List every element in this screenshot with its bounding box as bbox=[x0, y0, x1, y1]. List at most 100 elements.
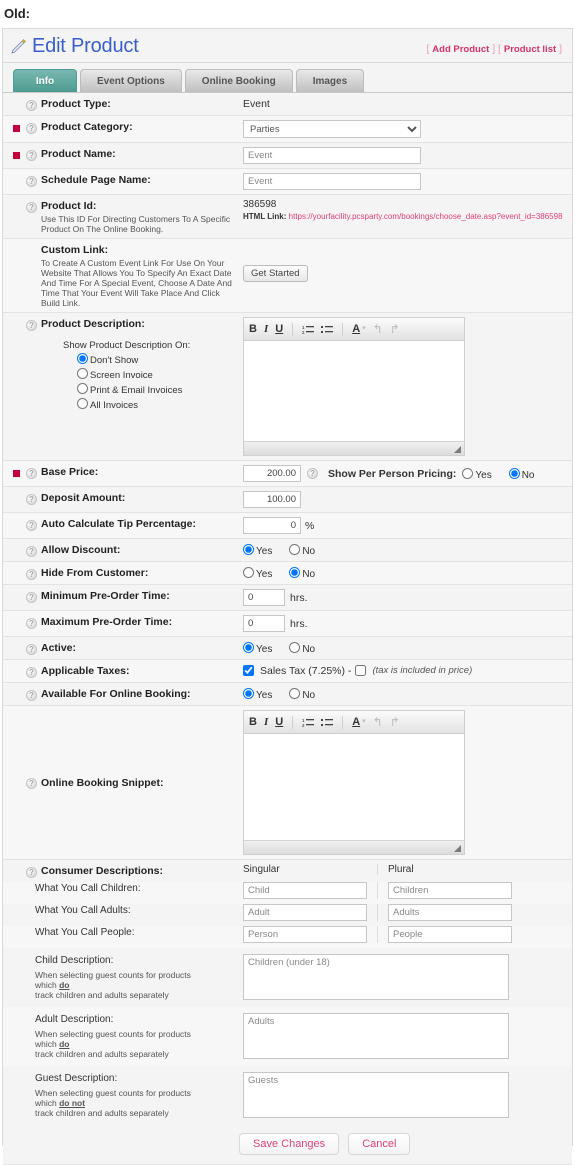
product-list-link[interactable]: Product list bbox=[504, 44, 556, 55]
active-yes-input[interactable] bbox=[243, 642, 254, 653]
tip-percentage-input[interactable] bbox=[243, 517, 301, 534]
radio-all-invoices[interactable]: All Invoices bbox=[77, 398, 190, 412]
help-icon[interactable] bbox=[307, 468, 318, 479]
radio-print-email-invoices-input[interactable] bbox=[77, 383, 88, 394]
help-icon[interactable] bbox=[26, 546, 37, 557]
help-icon[interactable] bbox=[26, 320, 37, 331]
allow-discount-no[interactable]: No bbox=[289, 544, 322, 557]
deposit-amount-input[interactable] bbox=[243, 491, 301, 508]
tab-event-options[interactable]: Event Options bbox=[80, 69, 182, 92]
radio-screen-invoice[interactable]: Screen Invoice bbox=[77, 368, 190, 382]
help-icon[interactable] bbox=[26, 667, 37, 678]
radio-dont-show-input[interactable] bbox=[77, 353, 88, 364]
bullet-list-icon[interactable] bbox=[321, 324, 334, 335]
help-icon[interactable] bbox=[26, 569, 37, 580]
help-icon[interactable] bbox=[26, 176, 37, 187]
bold-icon[interactable]: B bbox=[249, 323, 257, 335]
cancel-button[interactable]: Cancel bbox=[348, 1133, 411, 1155]
allow-discount-no-input[interactable] bbox=[289, 544, 301, 555]
tab-info[interactable]: Info bbox=[13, 69, 77, 92]
help-icon[interactable] bbox=[26, 123, 37, 134]
font-color-icon[interactable]: A bbox=[352, 716, 360, 728]
active-no-input[interactable] bbox=[289, 642, 301, 653]
base-price-input[interactable] bbox=[243, 465, 301, 482]
adults-plural-input[interactable] bbox=[388, 904, 512, 921]
allow-discount-yes-input[interactable] bbox=[243, 544, 254, 555]
save-changes-button[interactable]: Save Changes bbox=[239, 1133, 340, 1155]
min-preorder-input[interactable] bbox=[243, 589, 285, 606]
max-preorder-input[interactable] bbox=[243, 615, 285, 632]
help-icon[interactable] bbox=[26, 100, 37, 111]
active-no[interactable]: No bbox=[289, 642, 322, 655]
help-icon[interactable] bbox=[26, 592, 37, 603]
get-started-button[interactable]: Get Started bbox=[243, 265, 308, 282]
allow-discount-yes[interactable]: Yes bbox=[243, 544, 279, 557]
help-icon[interactable] bbox=[26, 777, 37, 789]
help-icon[interactable] bbox=[26, 520, 37, 531]
available-online-no[interactable]: No bbox=[289, 688, 322, 701]
tab-online-booking[interactable]: Online Booking bbox=[184, 69, 293, 92]
help-icon[interactable] bbox=[26, 618, 37, 629]
radio-print-email-invoices[interactable]: Print & Email Invoices bbox=[77, 383, 190, 397]
available-online-no-input[interactable] bbox=[289, 688, 301, 699]
undo-icon[interactable]: ↰ bbox=[373, 716, 383, 728]
children-plural-input[interactable] bbox=[388, 882, 512, 899]
product-name-input[interactable] bbox=[243, 147, 421, 164]
font-color-caret-icon[interactable]: ▾ bbox=[362, 323, 366, 335]
children-singular-input[interactable] bbox=[243, 882, 367, 899]
people-singular-input[interactable] bbox=[243, 926, 367, 943]
per-person-no[interactable]: No bbox=[508, 467, 542, 481]
available-online-yes-input[interactable] bbox=[243, 688, 254, 699]
radio-screen-invoice-input[interactable] bbox=[77, 368, 88, 379]
radio-dont-show[interactable]: Don't Show bbox=[77, 353, 190, 367]
redo-icon[interactable]: ↱ bbox=[390, 323, 400, 335]
product-description-editor[interactable]: B I U 12 A ▾ ↰ ↱ bbox=[243, 317, 465, 456]
html-link-url[interactable]: https://yourfacility.pcsparty.com/bookin… bbox=[289, 212, 563, 221]
editor-resize-handle[interactable] bbox=[244, 840, 464, 854]
product-description-body[interactable] bbox=[244, 341, 464, 441]
bullet-list-icon[interactable] bbox=[321, 717, 334, 728]
online-booking-snippet-body[interactable] bbox=[244, 734, 464, 840]
help-icon[interactable] bbox=[26, 867, 37, 878]
underline-icon[interactable]: U bbox=[275, 716, 283, 728]
hide-from-customer-no[interactable]: No bbox=[289, 567, 322, 580]
italic-icon[interactable]: I bbox=[264, 716, 268, 728]
sales-tax-checkbox[interactable] bbox=[243, 665, 254, 676]
redo-icon[interactable]: ↱ bbox=[390, 716, 400, 728]
help-icon[interactable] bbox=[26, 202, 37, 213]
available-online-yes[interactable]: Yes bbox=[243, 688, 279, 701]
product-category-select[interactable]: Parties bbox=[243, 120, 421, 138]
ordered-list-icon[interactable]: 12 bbox=[302, 324, 315, 335]
active-yes[interactable]: Yes bbox=[243, 642, 279, 655]
per-person-no-input[interactable] bbox=[508, 467, 520, 479]
per-person-yes[interactable]: Yes bbox=[462, 467, 498, 481]
italic-icon[interactable]: I bbox=[264, 323, 268, 335]
help-icon[interactable] bbox=[26, 690, 37, 701]
hide-from-customer-yes-input[interactable] bbox=[243, 567, 254, 578]
bold-icon[interactable]: B bbox=[249, 716, 257, 728]
people-plural-input[interactable] bbox=[388, 926, 512, 943]
help-icon[interactable] bbox=[26, 494, 37, 505]
hide-from-customer-yes[interactable]: Yes bbox=[243, 567, 279, 580]
schedule-page-name-input[interactable] bbox=[243, 173, 421, 190]
add-product-link[interactable]: Add Product bbox=[432, 44, 489, 55]
ordered-list-icon[interactable]: 12 bbox=[302, 717, 315, 728]
underline-icon[interactable]: U bbox=[275, 323, 283, 335]
adult-description-textarea[interactable]: Adults bbox=[243, 1013, 509, 1059]
help-icon[interactable] bbox=[26, 644, 37, 655]
tax-included-checkbox[interactable] bbox=[355, 665, 367, 676]
tab-images[interactable]: Images bbox=[295, 69, 365, 92]
hide-from-customer-no-input[interactable] bbox=[289, 567, 301, 578]
help-icon[interactable] bbox=[26, 468, 37, 479]
font-color-icon[interactable]: A bbox=[352, 323, 360, 335]
editor-resize-handle[interactable] bbox=[244, 441, 464, 455]
child-description-textarea[interactable]: Children (under 18) bbox=[243, 954, 509, 1000]
undo-icon[interactable]: ↰ bbox=[373, 323, 383, 335]
online-booking-snippet-editor[interactable]: B I U 12 A ▾ ↰ ↱ bbox=[243, 710, 465, 855]
per-person-yes-input[interactable] bbox=[462, 467, 474, 479]
guest-description-textarea[interactable]: Guests bbox=[243, 1072, 509, 1118]
font-color-caret-icon[interactable]: ▾ bbox=[362, 716, 366, 728]
adults-singular-input[interactable] bbox=[243, 904, 367, 921]
radio-all-invoices-input[interactable] bbox=[77, 398, 88, 409]
help-icon[interactable] bbox=[26, 150, 37, 161]
